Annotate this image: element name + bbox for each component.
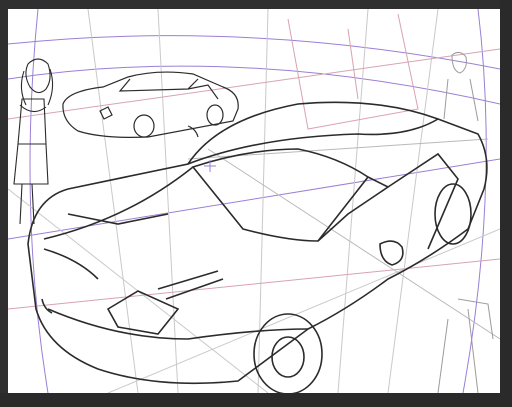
background-car — [62, 71, 239, 138]
perspective-guide-lines — [8, 9, 500, 393]
bottom-panel-edge — [0, 393, 512, 407]
person-figure-right — [437, 51, 494, 393]
girl-figure — [13, 58, 54, 225]
right-panel-edge — [500, 0, 512, 407]
foreground-car — [27, 101, 488, 393]
canvas-cursor-mark — [204, 160, 216, 172]
drawing-app-window — [0, 0, 512, 407]
sketch-artwork — [8, 9, 500, 393]
drawing-canvas[interactable] — [8, 9, 500, 393]
